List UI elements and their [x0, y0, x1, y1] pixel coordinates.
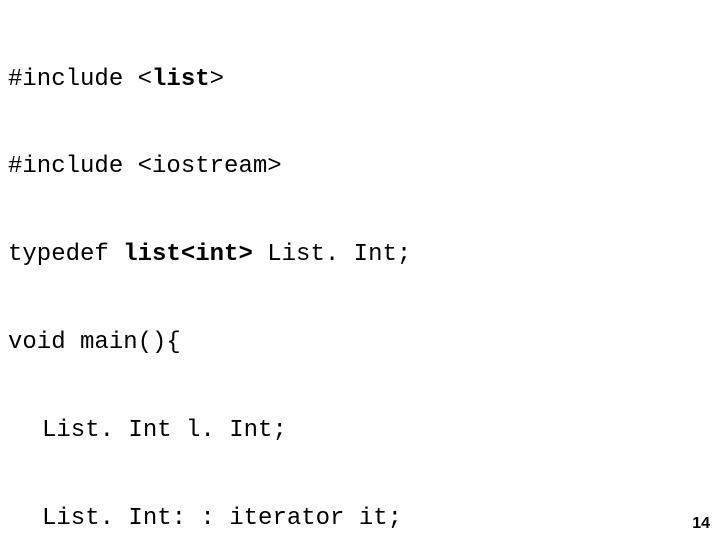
code-line: typedef list<int> List. Int;: [8, 240, 712, 269]
code-block: #include <list> #include <iostream> type…: [8, 6, 712, 540]
code-line: void main(){: [8, 328, 712, 357]
page-number: 14: [692, 514, 710, 534]
slide: #include <list> #include <iostream> type…: [0, 0, 720, 540]
code-line: List. Int: : iterator it;: [8, 504, 712, 533]
code-bold: list<int>: [123, 241, 253, 268]
code-bold: list: [152, 66, 210, 93]
code-text: typedef: [8, 241, 123, 268]
code-text: List. Int;: [253, 241, 411, 268]
code-text: >: [210, 66, 224, 93]
code-line: #include <iostream>: [8, 152, 712, 181]
code-line: List. Int l. Int;: [8, 416, 712, 445]
code-text: #include <: [8, 66, 152, 93]
code-line: #include <list>: [8, 65, 712, 94]
